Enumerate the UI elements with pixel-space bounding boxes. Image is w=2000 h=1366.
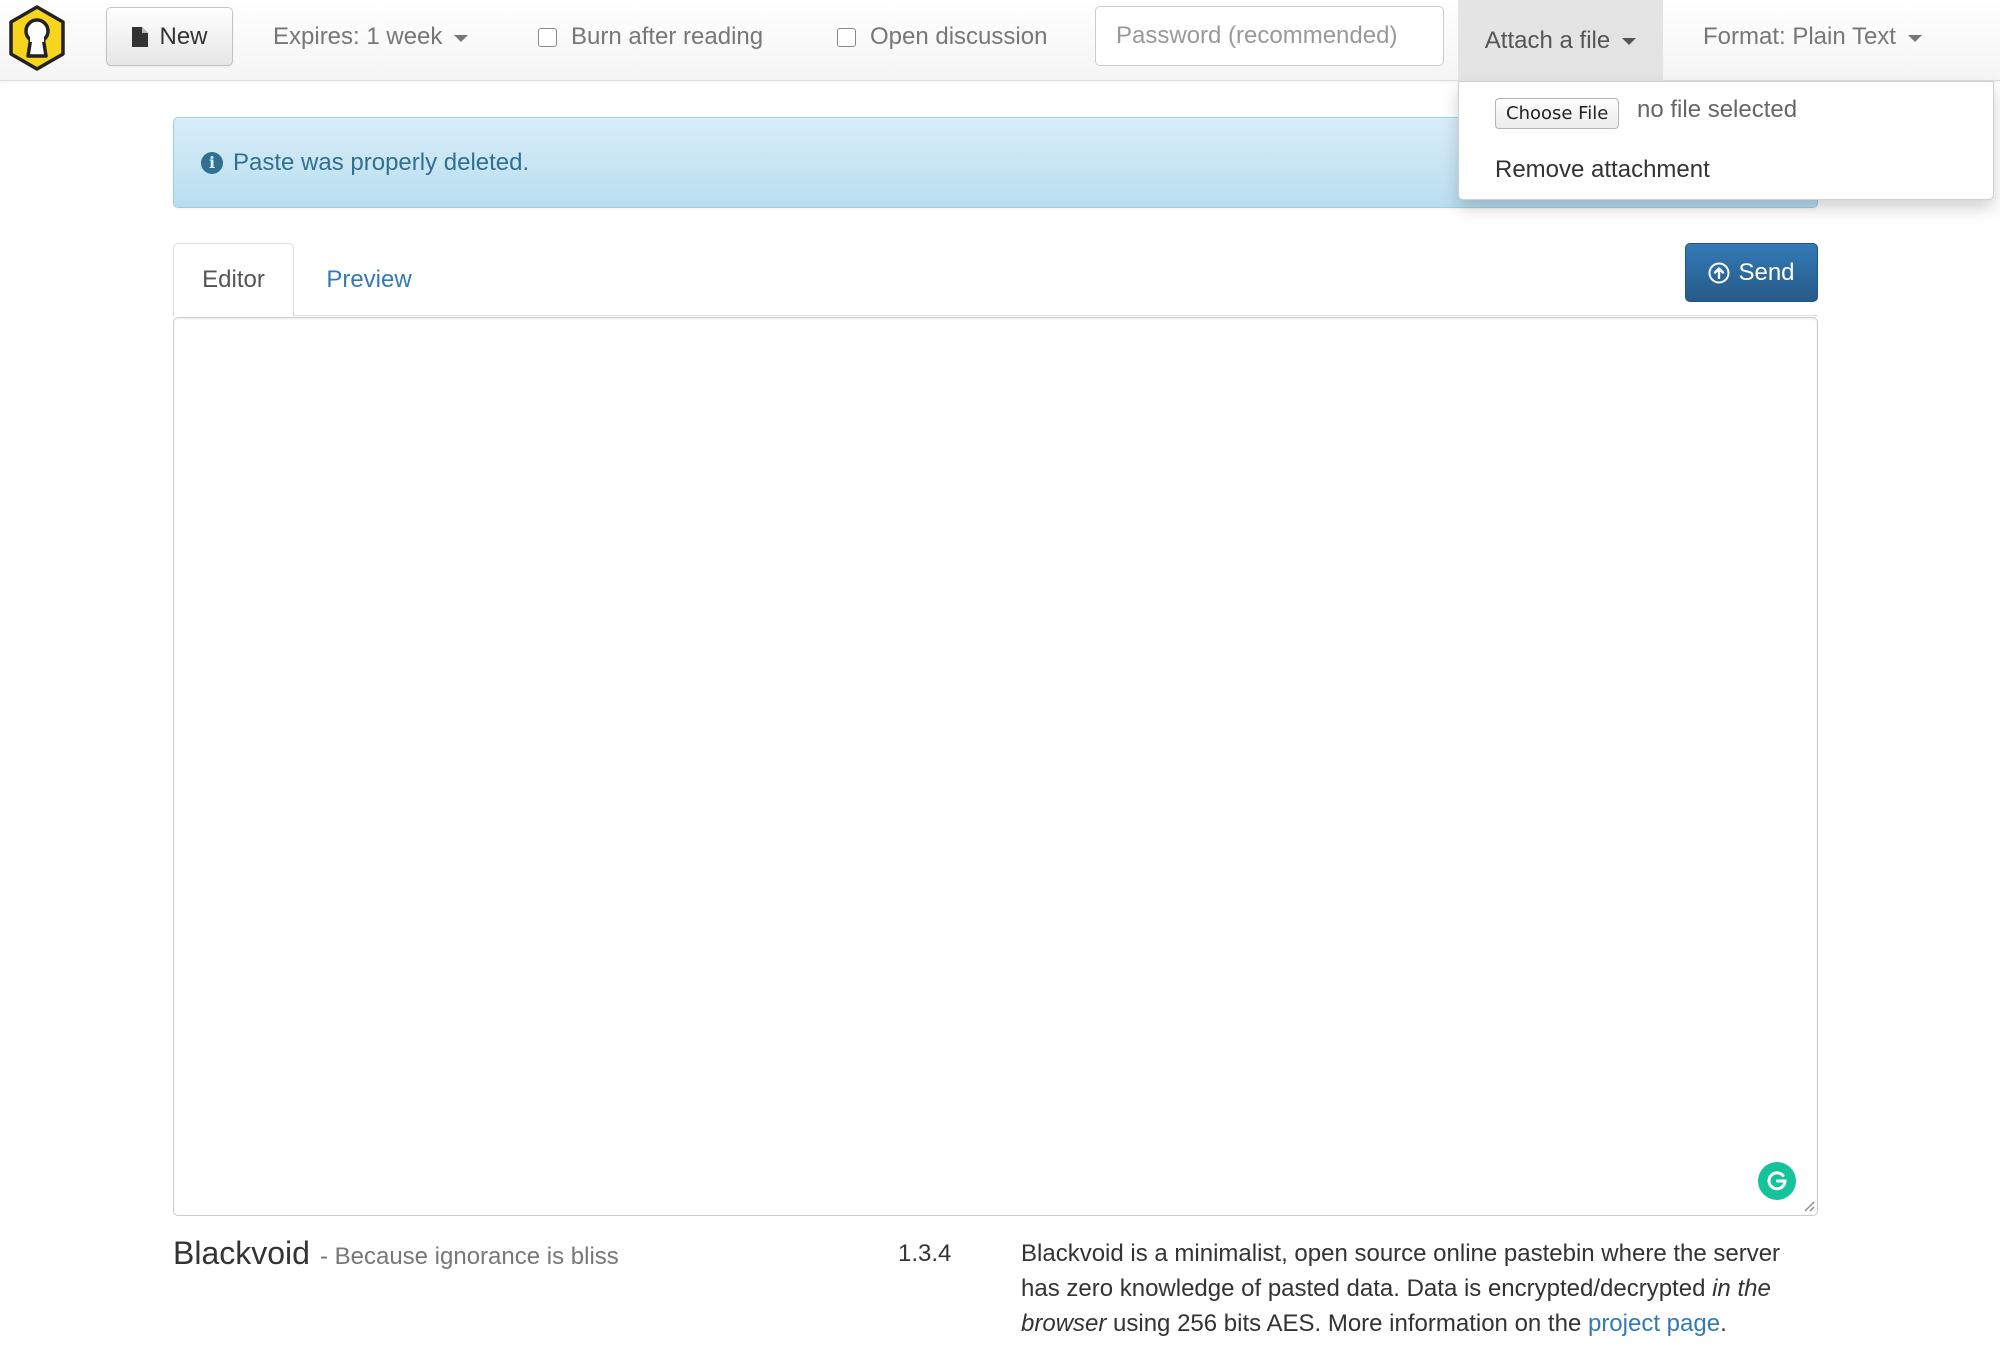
project-page-link[interactable]: project page — [1588, 1310, 1720, 1337]
paste-editor-textarea[interactable] — [173, 317, 1818, 1216]
keyhole-logo-icon[interactable] — [6, 4, 68, 72]
attach-file-label: Attach a file — [1484, 26, 1611, 54]
new-button-label: New — [159, 22, 208, 50]
tab-preview[interactable]: Preview — [294, 243, 444, 316]
choose-file-button[interactable]: Choose File — [1495, 98, 1620, 129]
navbar: New Expires: 1 week Burn after reading O… — [0, 0, 2000, 81]
expires-dropdown[interactable]: Expires: 1 week — [273, 0, 469, 74]
about-text: Blackvoid is a minimalist, open source o… — [1021, 1236, 1821, 1341]
resize-handle-icon[interactable] — [1803, 1200, 1815, 1212]
attach-file-menu: Choose File no file selected Remove atta… — [1458, 81, 1994, 200]
send-button-label: Send — [1738, 258, 1795, 286]
alert-message: Paste was properly deleted. — [233, 148, 530, 176]
about-text-end: . — [1720, 1310, 1727, 1337]
grammarly-g-icon — [1767, 1171, 1787, 1191]
about-text-part2: using 256 bits AES. More information on … — [1106, 1310, 1588, 1337]
brand-slogan: - Because ignorance is bliss — [319, 1243, 619, 1270]
format-dropdown[interactable]: Format: Plain Text — [1703, 0, 1922, 74]
new-paste-button[interactable]: New — [106, 7, 233, 66]
remove-attachment-item[interactable]: Remove attachment — [1495, 156, 1710, 184]
attach-file-dropdown[interactable]: Attach a file — [1458, 0, 1663, 81]
caret-down-icon — [454, 34, 469, 42]
burn-after-reading-label: Burn after reading — [571, 23, 764, 50]
format-label: Format: Plain Text — [1703, 23, 1896, 50]
open-discussion-option[interactable]: Open discussion — [837, 0, 1047, 74]
file-icon — [132, 26, 149, 47]
editor-tabs: Editor Preview — [173, 243, 1818, 317]
password-input[interactable] — [1095, 6, 1444, 66]
upload-circle-icon — [1708, 262, 1730, 283]
about-text-part1: Blackvoid is a minimalist, open source o… — [1021, 1240, 1781, 1302]
info-icon: i — [201, 151, 223, 174]
burn-after-reading-checkbox[interactable] — [538, 27, 557, 47]
version-number: 1.3.4 — [898, 1240, 952, 1267]
caret-down-icon — [1907, 34, 1922, 42]
burn-after-reading-option[interactable]: Burn after reading — [538, 0, 763, 74]
caret-down-icon — [1622, 38, 1637, 45]
brand-name: Blackvoid — [173, 1235, 310, 1271]
footer-brand: Blackvoid - Because ignorance is bliss — [173, 1235, 619, 1272]
grammarly-icon[interactable] — [1758, 1162, 1796, 1200]
send-button[interactable]: Send — [1685, 243, 1818, 302]
tab-editor[interactable]: Editor — [173, 243, 294, 317]
expires-label: Expires: 1 week — [273, 23, 443, 50]
no-file-selected-text: no file selected — [1637, 96, 1798, 123]
open-discussion-checkbox[interactable] — [837, 27, 856, 47]
open-discussion-label: Open discussion — [870, 23, 1048, 50]
